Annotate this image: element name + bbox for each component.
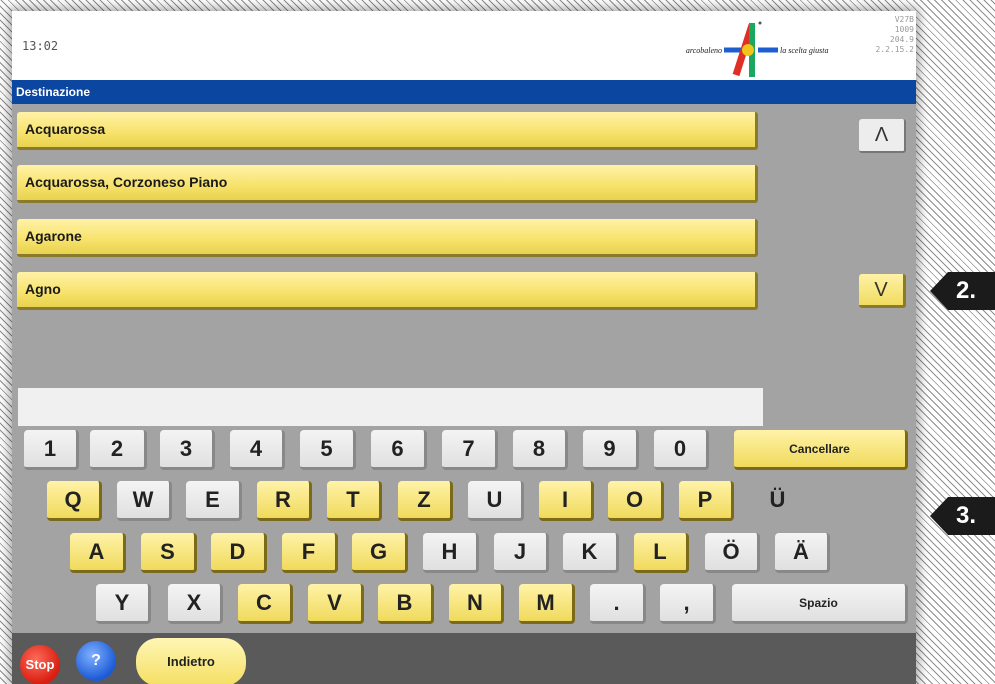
key-g[interactable]: G: [352, 533, 408, 573]
key-5[interactable]: 5: [300, 430, 356, 470]
key-h[interactable]: H: [423, 533, 479, 573]
scroll-down-button[interactable]: V: [859, 274, 906, 308]
version-info: V27B 1009 204.9 2.2.15.2: [866, 15, 914, 55]
key-i[interactable]: I: [539, 481, 594, 521]
bottom-bar: Stop ? Indietro: [12, 633, 916, 684]
destination-item[interactable]: Agarone: [17, 219, 758, 257]
key-f[interactable]: F: [282, 533, 338, 573]
version-line: 2.2.15.2: [875, 45, 914, 54]
key-x[interactable]: X: [168, 584, 223, 624]
key-b[interactable]: B: [378, 584, 434, 624]
key-n[interactable]: N: [449, 584, 504, 624]
key-9[interactable]: 9: [583, 430, 639, 470]
key-comma[interactable]: ,: [660, 584, 716, 624]
key-u[interactable]: U: [468, 481, 524, 521]
version-line: V27B: [894, 15, 914, 24]
key-0[interactable]: 0: [654, 430, 709, 470]
callout-2: 2.: [930, 272, 995, 310]
key-q[interactable]: Q: [47, 481, 102, 521]
key-8[interactable]: 8: [513, 430, 568, 470]
kiosk-screen: 13:02 arcobaleno la scelta giusta V27B 1…: [12, 11, 916, 684]
destination-input[interactable]: [18, 388, 763, 426]
clock: 13:02: [22, 39, 59, 53]
destination-item[interactable]: Acquarossa, Corzoneso Piano: [17, 165, 758, 203]
key-2[interactable]: 2: [90, 430, 147, 470]
stop-button[interactable]: Stop: [20, 645, 60, 684]
section-title: Destinazione: [12, 80, 916, 104]
cancellare-button[interactable]: Cancellare: [734, 430, 908, 470]
key-3[interactable]: 3: [160, 430, 215, 470]
logo-left-text: arcobaleno: [686, 46, 722, 55]
key-7[interactable]: 7: [442, 430, 498, 470]
key-s[interactable]: S: [141, 533, 197, 573]
logo-right-text: la scelta giusta: [780, 46, 828, 55]
callout-3: 3.: [930, 497, 995, 535]
key-o-umlaut[interactable]: Ö: [705, 533, 760, 573]
key-4[interactable]: 4: [230, 430, 285, 470]
key-a[interactable]: A: [70, 533, 126, 573]
version-line: 1009: [894, 25, 914, 34]
top-bar: 13:02 arcobaleno la scelta giusta V27B 1…: [12, 11, 916, 80]
key-period[interactable]: .: [590, 584, 646, 624]
space-button[interactable]: Spazio: [732, 584, 908, 624]
key-a-umlaut[interactable]: Ä: [775, 533, 830, 573]
key-k[interactable]: K: [563, 533, 619, 573]
key-l[interactable]: L: [634, 533, 689, 573]
key-w[interactable]: W: [117, 481, 172, 521]
key-m[interactable]: M: [519, 584, 575, 624]
back-button[interactable]: Indietro: [136, 638, 246, 684]
version-line: 204.9: [889, 35, 914, 44]
key-t[interactable]: T: [327, 481, 382, 521]
key-c[interactable]: C: [238, 584, 293, 624]
key-o[interactable]: O: [608, 481, 664, 521]
destination-item[interactable]: Acquarossa: [17, 112, 758, 150]
key-z[interactable]: Z: [398, 481, 453, 521]
key-6[interactable]: 6: [371, 430, 427, 470]
destination-item[interactable]: Agno: [17, 272, 758, 310]
key-d[interactable]: D: [211, 533, 267, 573]
key-y[interactable]: Y: [96, 584, 151, 624]
key-j[interactable]: J: [494, 533, 549, 573]
key-v[interactable]: V: [308, 584, 364, 624]
key-p[interactable]: P: [679, 481, 734, 521]
key-e[interactable]: E: [186, 481, 242, 521]
help-button[interactable]: ?: [76, 641, 116, 681]
key-r[interactable]: R: [257, 481, 312, 521]
arcobaleno-logo: arcobaleno la scelta giusta: [686, 21, 828, 77]
key-1[interactable]: 1: [24, 430, 79, 470]
key-u-umlaut[interactable]: Ü: [750, 481, 805, 521]
scroll-up-button[interactable]: Λ: [859, 119, 906, 153]
